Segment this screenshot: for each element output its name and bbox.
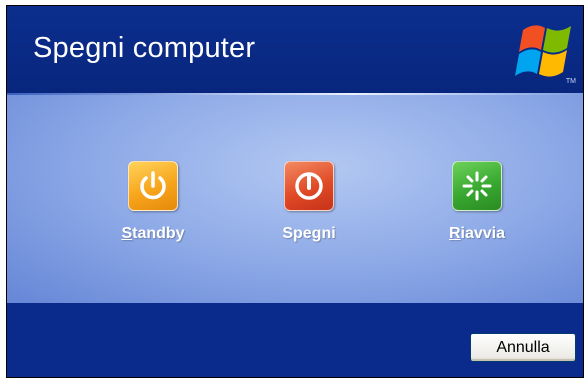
cancel-button[interactable]: Annulla	[470, 333, 576, 362]
trademark-mark: TM	[565, 78, 576, 85]
restart-icon	[452, 161, 502, 211]
shutdown-button[interactable]: Spegni	[239, 161, 379, 243]
shutdown-dialog: Spegni computer TM Standby Spegni Riavvi…	[6, 5, 584, 378]
standby-label: Standby	[121, 225, 185, 242]
dialog-body: Standby Spegni Riavvia	[7, 95, 583, 303]
restart-button[interactable]: Riavvia	[407, 161, 547, 243]
standby-button[interactable]: Standby	[83, 161, 223, 243]
restart-label: Riavvia	[448, 225, 506, 242]
windows-logo-icon: TM	[515, 16, 577, 86]
shutdown-label: Spegni	[282, 225, 336, 242]
dialog-footer: Annulla	[7, 303, 583, 377]
power-icon	[128, 161, 178, 211]
power-off-icon	[284, 161, 334, 211]
dialog-header: Spegni computer TM	[7, 6, 583, 93]
dialog-title: Spegni computer	[33, 32, 256, 64]
